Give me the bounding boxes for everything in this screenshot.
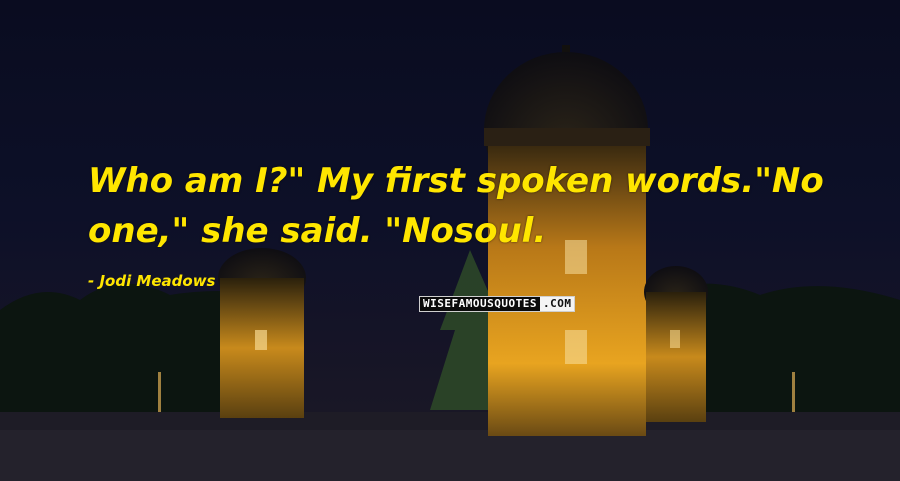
quote-author: - Jodi Meadows: [88, 272, 216, 290]
right-tower: [646, 292, 706, 422]
quote-image: Who am I?" My first spoken words."No one…: [0, 0, 900, 481]
watermark-part-1: WISEFAMOUSQUOTES: [420, 297, 540, 311]
quote-text: Who am I?" My first spoken words."No one…: [88, 161, 824, 251]
watermark-part-2: .COM: [539, 297, 575, 311]
watermark-logo: WISEFAMOUSQUOTES .COM: [419, 296, 576, 312]
